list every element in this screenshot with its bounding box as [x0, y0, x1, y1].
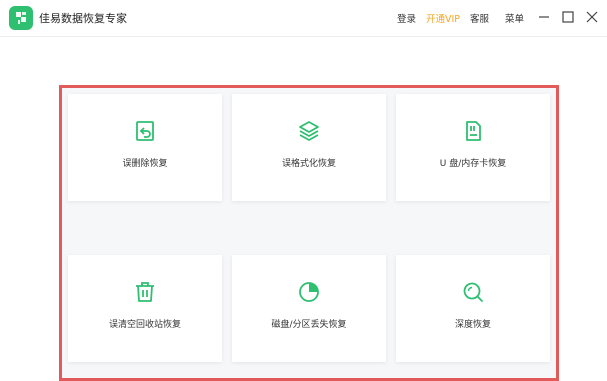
- card-recycle-bin-recovery[interactable]: 误清空回收站恢复: [68, 255, 222, 362]
- card-label: 误清空回收站恢复: [108, 320, 181, 330]
- main-area: 误删除恢复 误格式化恢复 U 盘/内存卡恢复 误清空回收站恢复 磁盘/分区丢失恢…: [0, 37, 607, 381]
- file-restore-icon: [133, 119, 157, 143]
- maximize-icon[interactable]: [561, 9, 575, 23]
- service-link[interactable]: 客服: [470, 11, 489, 25]
- login-link[interactable]: 登录: [397, 11, 416, 25]
- card-deleted-recovery[interactable]: 误删除恢复: [68, 94, 222, 201]
- recovery-options-panel: 误删除恢复 误格式化恢复 U 盘/内存卡恢复 误清空回收站恢复 磁盘/分区丢失恢…: [59, 85, 559, 381]
- card-label: 深度恢复: [454, 320, 491, 330]
- card-label: U 盘/内存卡恢复: [439, 159, 507, 169]
- pie-chart-icon: [297, 280, 321, 304]
- app-logo-icon: [9, 6, 33, 30]
- deep-search-icon: [461, 280, 485, 304]
- title-bar: 佳易数据恢复专家 登录 开通VIP 客服 菜单: [0, 0, 607, 37]
- layers-icon: [297, 119, 321, 143]
- card-label: 磁盘/分区丢失恢复: [271, 320, 347, 330]
- close-icon[interactable]: [585, 9, 599, 23]
- app-title: 佳易数据恢复专家: [39, 12, 127, 25]
- card-label: 误格式化恢复: [281, 159, 336, 169]
- card-label: 误删除恢复: [122, 159, 168, 169]
- menu-link[interactable]: 菜单: [505, 11, 524, 25]
- vip-link[interactable]: 开通VIP: [426, 11, 460, 25]
- card-format-recovery[interactable]: 误格式化恢复: [232, 94, 386, 201]
- minimize-icon[interactable]: [537, 9, 551, 23]
- card-partition-recovery[interactable]: 磁盘/分区丢失恢复: [232, 255, 386, 362]
- card-usb-sd-recovery[interactable]: U 盘/内存卡恢复: [396, 94, 550, 201]
- card-deep-recovery[interactable]: 深度恢复: [396, 255, 550, 362]
- sd-card-icon: [461, 119, 485, 143]
- trash-icon: [133, 280, 157, 304]
